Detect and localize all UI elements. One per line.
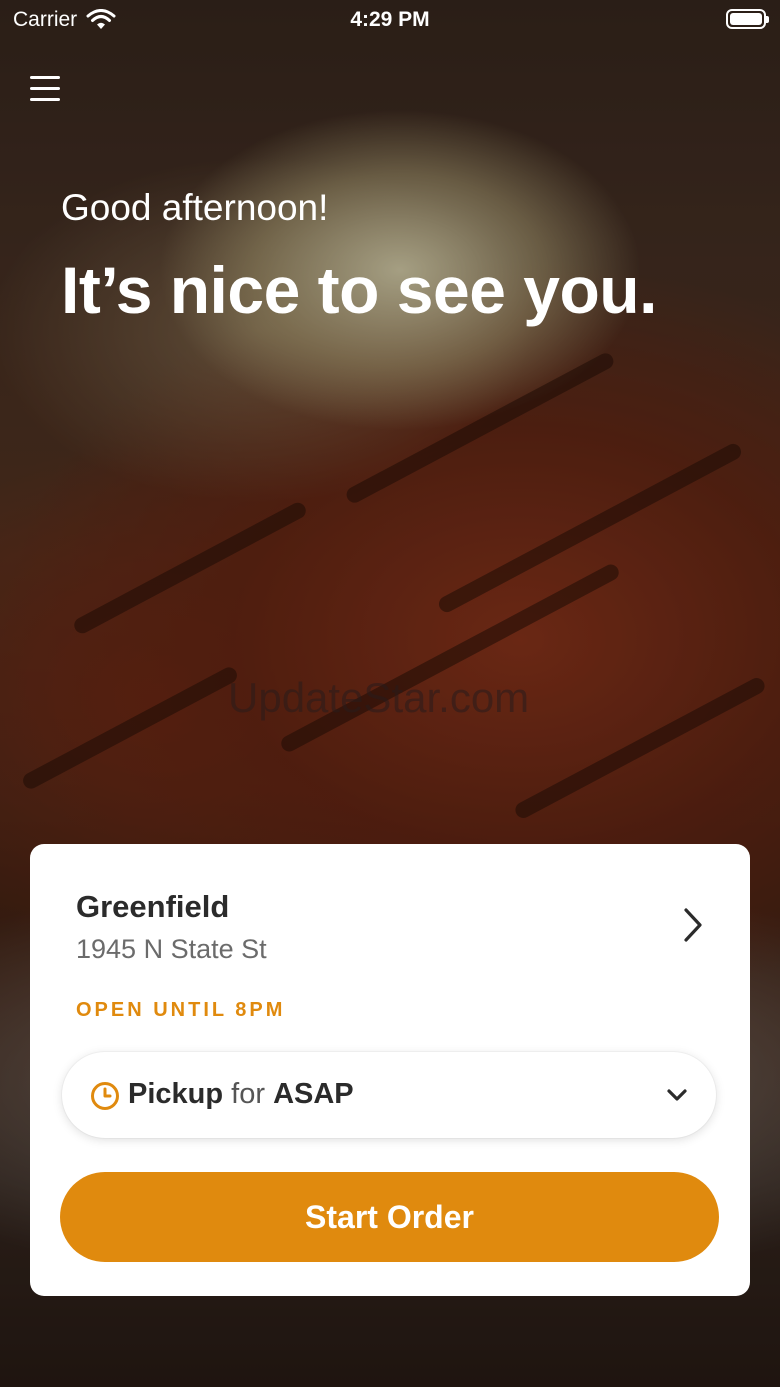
status-bar: Carrier 4:29 PM bbox=[0, 0, 780, 40]
start-order-button[interactable]: Start Order bbox=[60, 1172, 719, 1262]
store-name[interactable]: Greenfield bbox=[76, 889, 229, 925]
store-hours-status: OPEN UNTIL 8PM bbox=[76, 999, 286, 1021]
greeting-text: Good afternoon! bbox=[61, 187, 329, 228]
chevron-down-icon bbox=[667, 1089, 687, 1101]
chevron-right-icon[interactable] bbox=[678, 906, 708, 944]
pickup-label: Pickup for ASAP bbox=[128, 1078, 354, 1111]
store-card: Greenfield 1945 N State St OPEN UNTIL 8P… bbox=[30, 844, 750, 1296]
store-address[interactable]: 1945 N State St bbox=[76, 934, 267, 965]
pickup-time-selector[interactable]: Pickup for ASAP bbox=[62, 1052, 716, 1138]
battery-icon bbox=[726, 9, 769, 29]
hamburger-menu-icon[interactable] bbox=[30, 74, 62, 104]
headline-text: It’s nice to see you. bbox=[61, 253, 657, 327]
pickup-mode: Pickup bbox=[128, 1078, 224, 1110]
pickup-connector: for bbox=[231, 1078, 265, 1110]
pickup-time: ASAP bbox=[273, 1078, 354, 1110]
clock-icon bbox=[91, 1082, 119, 1110]
clock-time: 4:29 PM bbox=[350, 8, 430, 31]
watermark: UpdateStar.com bbox=[228, 674, 530, 721]
